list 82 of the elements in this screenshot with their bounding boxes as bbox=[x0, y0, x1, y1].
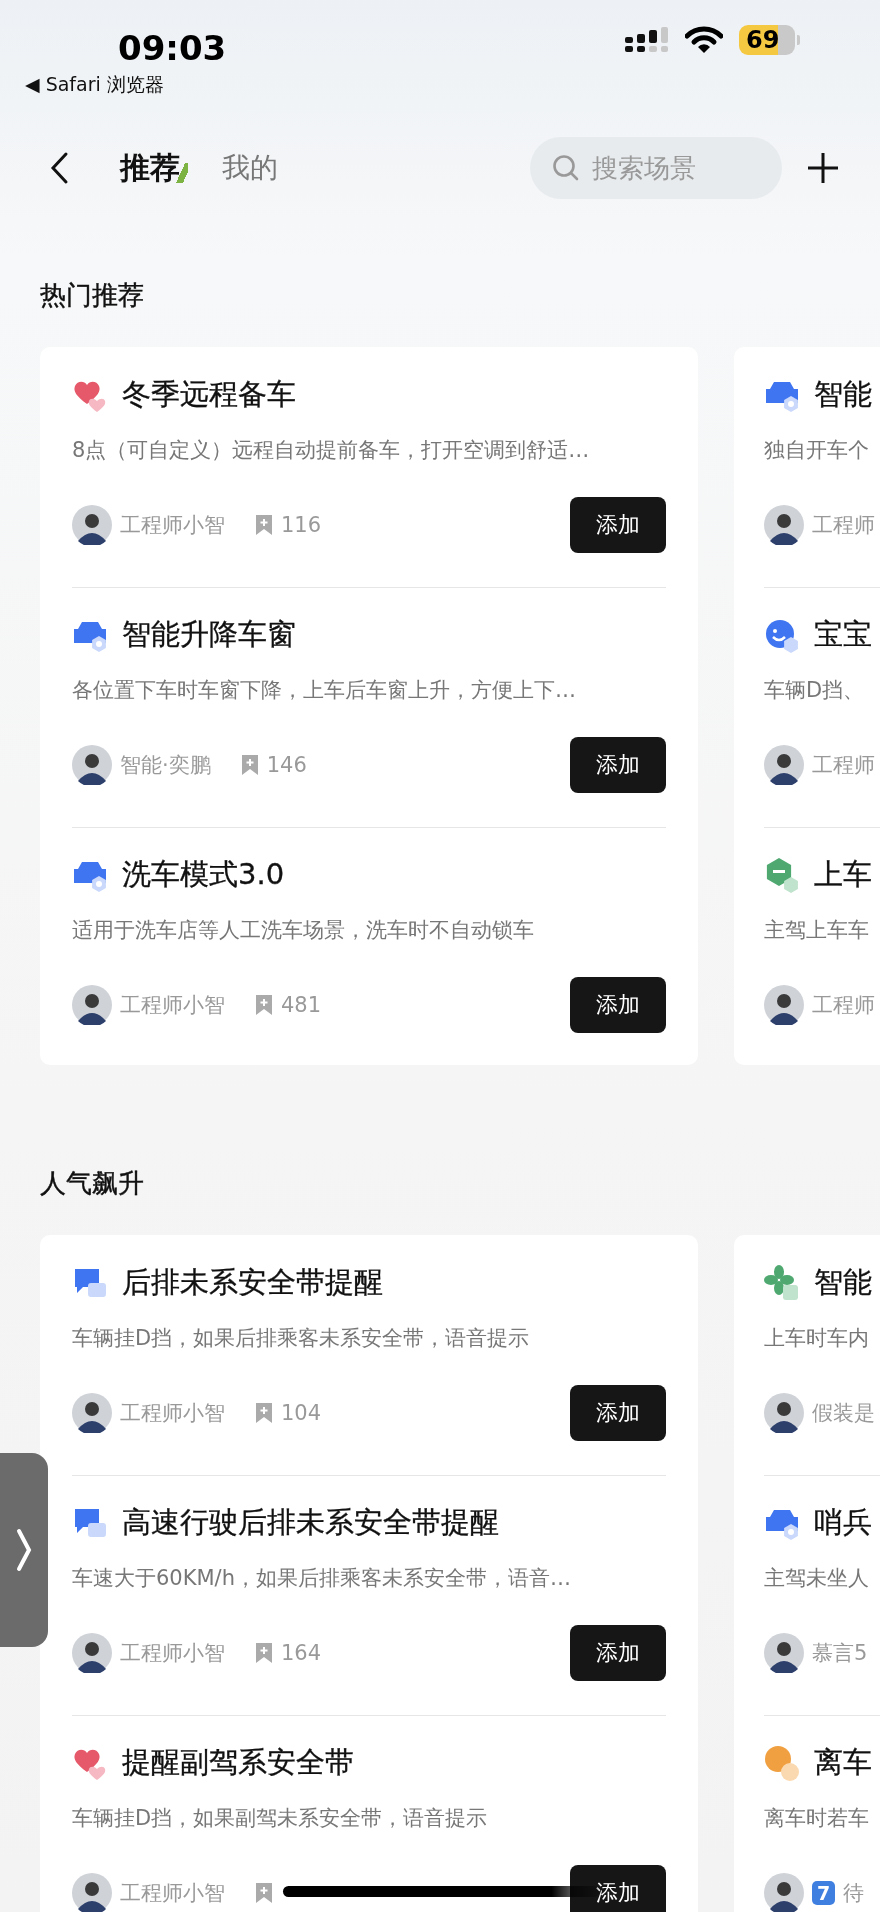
avatar-icon bbox=[764, 985, 804, 1025]
author-name: 工程师小智 bbox=[120, 1880, 225, 1907]
avatar-icon bbox=[72, 505, 112, 545]
scene-description: 适用于洗车店等人工洗车场景，洗车时不自动锁车 bbox=[72, 917, 535, 944]
number-badge: 7 bbox=[812, 1881, 836, 1905]
author-name: 工程师小智 bbox=[120, 1400, 225, 1427]
avatar-icon bbox=[764, 505, 804, 545]
scene-title[interactable]: 冬季远程备车 bbox=[122, 375, 296, 415]
face-icon bbox=[764, 617, 800, 653]
scene-description: 8点（可自定义）远程自动提前备车，打开空调到舒适… bbox=[72, 437, 591, 464]
add-button[interactable]: 添加 bbox=[570, 977, 666, 1033]
add-button[interactable]: 添加 bbox=[570, 1625, 666, 1681]
clock: 09:03 bbox=[118, 28, 227, 68]
back-to-app-link[interactable]: ◀ Safari 浏览器 bbox=[25, 72, 227, 98]
bookmark-icon bbox=[240, 754, 259, 776]
author-name: 工程师 bbox=[812, 512, 875, 539]
avatar-icon bbox=[72, 1393, 112, 1433]
add-button[interactable]: 添加 bbox=[570, 1385, 666, 1441]
side-handle[interactable] bbox=[0, 1453, 48, 1647]
chevron-right-icon bbox=[14, 1527, 34, 1573]
scene-title[interactable]: 宝宝 bbox=[814, 615, 872, 655]
hexagon-icon bbox=[764, 857, 800, 893]
save-count: 481 bbox=[281, 993, 322, 1017]
add-button[interactable]: 添加 bbox=[570, 1865, 666, 1912]
author-name: 工程师 bbox=[812, 992, 875, 1019]
bulb-icon bbox=[764, 1745, 800, 1781]
save-count: 164 bbox=[281, 1641, 322, 1665]
author-name: 智能·奕鹏 bbox=[120, 752, 211, 779]
tab[interactable]: 我的 bbox=[222, 149, 278, 187]
scene-title[interactable]: 洗车模式3.0 bbox=[122, 855, 285, 895]
bookmark-icon bbox=[255, 994, 273, 1016]
scene-description: 车辆挂D挡，如果后排乘客未系安全带，语音提示 bbox=[72, 1325, 531, 1352]
scene-description: 车辆挂D挡，如果副驾未系安全带，语音提示 bbox=[72, 1805, 489, 1832]
add-icon[interactable] bbox=[806, 151, 840, 185]
avatar-icon bbox=[72, 1873, 112, 1912]
scene-title[interactable]: 哨兵 bbox=[814, 1503, 872, 1543]
scene-description: 车速大于60KM/h，如果后排乘客未系安全带，语音… bbox=[72, 1565, 572, 1592]
cellular-signal-icon bbox=[625, 27, 669, 53]
scene-description: 主驾未坐人 bbox=[764, 1565, 870, 1592]
wifi-icon bbox=[685, 26, 723, 54]
save-count: 146 bbox=[266, 753, 307, 777]
scene-title[interactable]: 后排未系安全带提醒 bbox=[122, 1263, 383, 1303]
author-name: 工程师小智 bbox=[120, 512, 225, 539]
author-name: 慕言5 bbox=[812, 1640, 868, 1667]
search-field[interactable]: 搜索场景 bbox=[530, 137, 782, 199]
scene-description: 主驾上车车 bbox=[764, 917, 870, 944]
section-title: 人气飙升 bbox=[39, 1167, 145, 1200]
bookmark-icon bbox=[255, 514, 273, 536]
author-name: 待 bbox=[843, 1880, 865, 1907]
avatar-icon bbox=[764, 745, 804, 785]
author-name: 工程师小智 bbox=[120, 992, 225, 1019]
bookmark-icon bbox=[255, 1402, 273, 1424]
avatar-icon bbox=[72, 745, 112, 785]
author-name: 假装是 bbox=[812, 1400, 875, 1427]
add-button[interactable]: 添加 bbox=[570, 737, 666, 793]
scene-title[interactable]: 智能 bbox=[814, 375, 872, 415]
avatar-icon bbox=[764, 1873, 804, 1912]
avatar-icon bbox=[72, 1633, 112, 1673]
scene-description: 车辆D挡、 bbox=[764, 677, 866, 704]
bookmark-icon bbox=[255, 1882, 273, 1904]
section-title: 热门推荐 bbox=[39, 279, 145, 312]
avatar-icon bbox=[72, 985, 112, 1025]
save-count: 104 bbox=[281, 1401, 322, 1425]
fan-icon bbox=[764, 1265, 800, 1301]
author-name: 工程师小智 bbox=[120, 1640, 225, 1667]
scene-description: 各位置下车时车窗下降，上车后车窗上升，方便上下… bbox=[72, 677, 577, 704]
avatar-icon bbox=[764, 1633, 804, 1673]
scene-description: 离车时若车 bbox=[764, 1805, 870, 1832]
scene-title[interactable]: 离车 bbox=[814, 1743, 872, 1783]
scene-title[interactable]: 提醒副驾系安全带 bbox=[122, 1743, 354, 1783]
scene-title[interactable]: 上车 bbox=[814, 855, 872, 895]
search-icon bbox=[552, 154, 580, 182]
scene-description: 独自开车个 bbox=[764, 437, 870, 464]
save-count: 116 bbox=[281, 513, 322, 537]
avatar-icon bbox=[764, 1393, 804, 1433]
add-button[interactable]: 添加 bbox=[570, 497, 666, 553]
scene-title[interactable]: 智能升降车窗 bbox=[122, 615, 296, 655]
scene-title[interactable]: 智能 bbox=[814, 1263, 872, 1303]
scene-title[interactable]: 高速行驶后排未系安全带提醒 bbox=[122, 1503, 499, 1543]
bookmark-icon bbox=[255, 1642, 273, 1664]
scene-description: 上车时车内 bbox=[764, 1325, 870, 1352]
author-name: 工程师 bbox=[812, 752, 875, 779]
